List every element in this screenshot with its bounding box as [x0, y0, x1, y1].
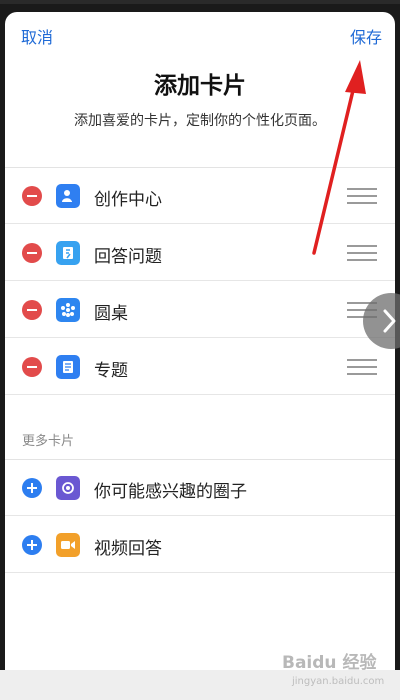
watermark-url: jingyan.baidu.com — [292, 676, 385, 687]
annotation-arrow-icon — [312, 60, 366, 255]
watermark-logo: Baidu 经验 — [282, 653, 377, 673]
